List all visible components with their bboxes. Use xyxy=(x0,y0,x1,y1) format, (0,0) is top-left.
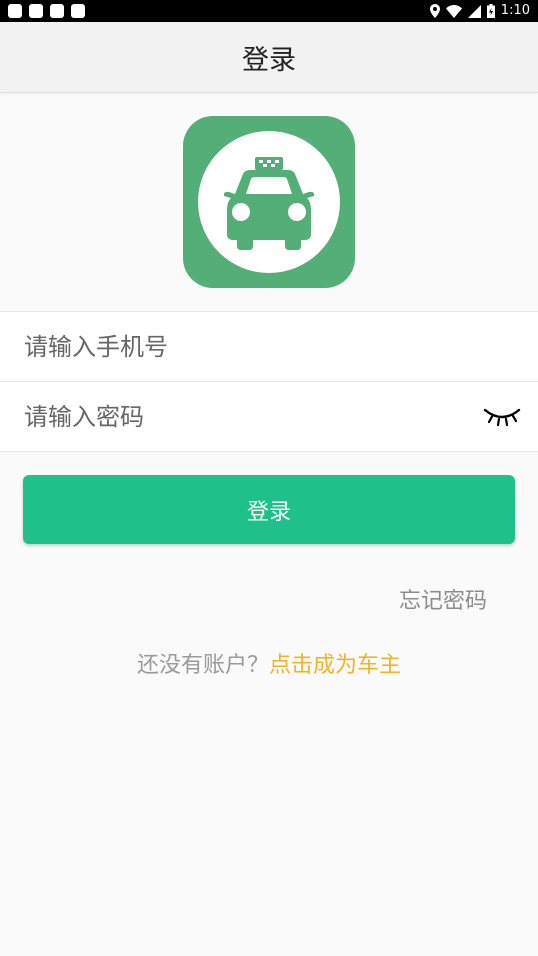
notification-icon xyxy=(50,4,64,18)
taxi-icon xyxy=(183,116,355,288)
location-icon xyxy=(429,4,440,18)
battery-icon xyxy=(486,4,495,18)
status-bar: 1:10 xyxy=(0,0,538,22)
notification-icon xyxy=(71,4,85,18)
notification-icon xyxy=(29,4,43,18)
phone-input[interactable] xyxy=(24,332,444,361)
login-button[interactable]: 登录 xyxy=(23,475,515,544)
register-link[interactable]: 点击成为车主 xyxy=(269,653,401,678)
notification-icon xyxy=(8,4,22,18)
page-title: 登录 xyxy=(242,44,296,76)
forgot-password-link[interactable]: 忘记密码 xyxy=(399,583,487,615)
status-indicators: 1:10 xyxy=(429,2,530,20)
title-bar: 登录 xyxy=(0,22,538,93)
wifi-icon xyxy=(445,4,462,18)
status-time: 1:10 xyxy=(500,3,530,18)
phone-row xyxy=(0,312,538,381)
register-prompt-text: 还没有账户？ xyxy=(136,653,269,678)
password-input[interactable] xyxy=(24,402,444,431)
notification-icons xyxy=(8,4,85,18)
eye-closed-icon[interactable] xyxy=(482,404,522,428)
signal-icon xyxy=(467,4,481,18)
app-logo xyxy=(183,116,355,288)
register-prompt: 还没有账户？点击成为车主 xyxy=(0,647,538,679)
login-form xyxy=(0,311,538,452)
password-row xyxy=(0,381,538,451)
